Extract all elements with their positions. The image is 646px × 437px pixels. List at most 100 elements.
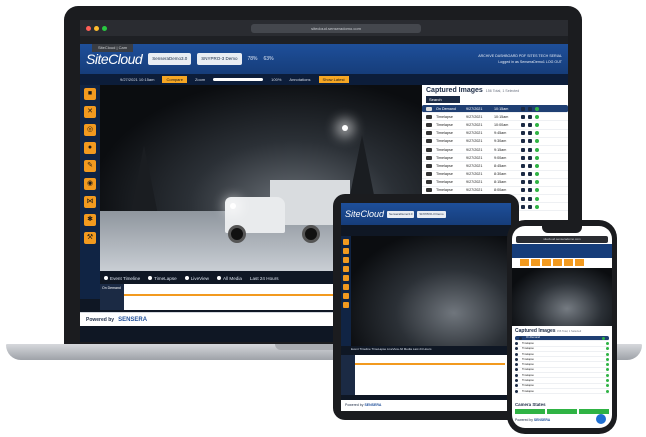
account-nav: ARCHIVE DASHBOARD PDF SITES TECH SERIAL … — [478, 53, 562, 65]
share-icon[interactable] — [521, 106, 525, 111]
hammer-icon[interactable]: ⚒ — [84, 232, 96, 244]
download-icon[interactable] — [528, 155, 532, 160]
project-select[interactable]: SenseraDemo3.0 — [148, 53, 192, 65]
share-icon[interactable] — [521, 147, 525, 152]
capture-time: 8:45am — [494, 163, 507, 168]
download-icon[interactable] — [528, 131, 532, 136]
download-icon[interactable] — [528, 180, 532, 185]
captured-row[interactable]: Timelapse 9/27/2021 8:30am — [422, 171, 568, 179]
gear-icon[interactable]: ✱ — [84, 214, 96, 226]
share-icon[interactable] — [521, 131, 525, 136]
time-range-select[interactable]: Last 24 Hours — [250, 276, 279, 281]
tablet-timeline-legend[interactable]: Event Timeline TimeLapse LiveView All Me… — [351, 347, 432, 351]
share-icon[interactable] — [521, 196, 525, 201]
download-icon[interactable] — [528, 204, 532, 209]
share-icon[interactable] — [575, 259, 584, 266]
state-indicator[interactable] — [579, 409, 609, 414]
tablet-project-select[interactable]: SenseraDemo3.0 — [387, 210, 415, 218]
share-icon[interactable] — [343, 293, 349, 299]
pencil-icon[interactable] — [553, 259, 562, 266]
compare-button[interactable]: Compare — [162, 76, 187, 83]
share-icon[interactable] — [521, 163, 525, 168]
share-icon[interactable] — [521, 155, 525, 160]
camera-icon[interactable] — [343, 239, 349, 245]
share-icon[interactable] — [521, 122, 525, 127]
camera-icon — [426, 131, 432, 136]
close-icon[interactable] — [531, 259, 540, 266]
share-icon[interactable] — [521, 204, 525, 209]
target-icon[interactable] — [542, 259, 551, 266]
captured-row[interactable]: Timelapse 9/27/2021 9:15am — [422, 146, 568, 155]
headlight — [230, 203, 236, 209]
download-icon[interactable] — [528, 106, 532, 111]
show-latest-button[interactable]: Show Latest — [318, 76, 349, 83]
download-icon[interactable] — [528, 163, 532, 168]
login-status[interactable]: Logged in as SenseraDemo1 LOG OUT — [478, 59, 562, 65]
gear-icon[interactable] — [343, 302, 349, 308]
target-icon[interactable] — [343, 257, 349, 263]
tablet-camera-select[interactable]: SNYPRO-3 Demo — [417, 210, 446, 218]
status-ok-icon — [602, 336, 605, 340]
sensera-logo: SENSERA — [118, 316, 148, 323]
pencil-icon[interactable]: ✎ — [84, 160, 96, 172]
legend-liveview[interactable]: LiveView — [184, 275, 209, 281]
target-icon[interactable]: ◎ — [84, 124, 96, 136]
captured-row[interactable]: On Demand 9/27/2021 10:15am — [422, 105, 568, 114]
download-icon[interactable] — [528, 172, 532, 177]
zoom-slider[interactable] — [213, 78, 264, 81]
download-icon[interactable] — [528, 114, 532, 119]
captured-row[interactable]: Timelapse 9/27/2021 10:15am — [422, 113, 568, 122]
captured-row[interactable]: Timelapse 9/27/2021 9:45am — [422, 130, 568, 138]
gear-icon[interactable] — [564, 259, 573, 266]
annotations-toggle[interactable]: Annotations — [289, 77, 310, 82]
eye-icon[interactable] — [343, 284, 349, 290]
phone-action-button[interactable] — [596, 414, 606, 424]
camera-select[interactable]: SNYPRO-3 Demo — [197, 53, 242, 65]
share-icon[interactable] — [521, 180, 525, 185]
legend-event-timeline[interactable]: Event Timeline — [104, 275, 140, 281]
download-icon[interactable] — [528, 147, 532, 152]
eye-icon[interactable]: ◉ — [84, 178, 96, 190]
state-indicator[interactable] — [547, 409, 577, 414]
download-icon[interactable] — [528, 188, 532, 193]
legend-all-media[interactable]: All Media — [217, 275, 242, 281]
close-icon[interactable] — [343, 248, 349, 254]
info-icon[interactable] — [343, 266, 349, 272]
close-window-icon[interactable] — [86, 25, 91, 31]
captured-row[interactable]: Timelapse 9/27/2021 9:30am — [422, 138, 568, 146]
share-icon[interactable] — [521, 188, 525, 193]
legend-timelapse[interactable]: TimeLapse — [148, 275, 177, 281]
download-icon[interactable] — [528, 122, 532, 127]
status-ok-icon — [535, 147, 539, 152]
close-icon[interactable]: ✕ — [84, 106, 96, 118]
address-bar[interactable]: sitecloud.senseradomo.com — [251, 23, 421, 33]
share-icon[interactable] — [521, 139, 525, 144]
phone-captured-row[interactable]: Timelapse — [515, 389, 609, 395]
minimize-window-icon[interactable] — [94, 25, 99, 31]
tablet-timeline-track[interactable] — [355, 363, 505, 365]
maximize-window-icon[interactable] — [102, 25, 107, 31]
share-icon[interactable] — [521, 114, 525, 119]
download-icon[interactable] — [528, 139, 532, 144]
camera-icon[interactable] — [520, 259, 529, 266]
capture-type: Timelapse — [436, 155, 453, 160]
phone-address-bar[interactable]: sitecloud.senseradomo.com — [516, 236, 608, 243]
captured-row[interactable]: Timelapse 9/27/2021 8:15am — [422, 179, 568, 187]
info-icon[interactable]: ● — [84, 142, 96, 154]
phone-camera-image[interactable] — [512, 268, 612, 326]
captured-row[interactable]: Timelapse 9/27/2021 9:00am — [422, 154, 568, 163]
share-icon[interactable] — [521, 172, 525, 177]
captured-row[interactable]: Timelapse 9/27/2021 10:00am — [422, 121, 568, 130]
tablet-camera-image[interactable] — [351, 236, 509, 346]
sitecloud-logo[interactable]: SiteCloud — [86, 51, 143, 67]
tablet-logo[interactable]: SiteCloud — [345, 209, 384, 219]
camera-states-title: Camera States — [515, 402, 546, 407]
capture-time: 8:00am — [494, 188, 507, 193]
state-indicator[interactable] — [515, 409, 545, 414]
pencil-icon[interactable] — [343, 275, 349, 281]
tablet-timeline[interactable] — [341, 355, 511, 395]
download-icon[interactable] — [528, 196, 532, 201]
camera-icon[interactable]: ■ — [84, 88, 96, 100]
captured-row[interactable]: Timelapse 9/27/2021 8:45am — [422, 162, 568, 171]
share-icon[interactable]: ⋈ — [84, 196, 96, 208]
